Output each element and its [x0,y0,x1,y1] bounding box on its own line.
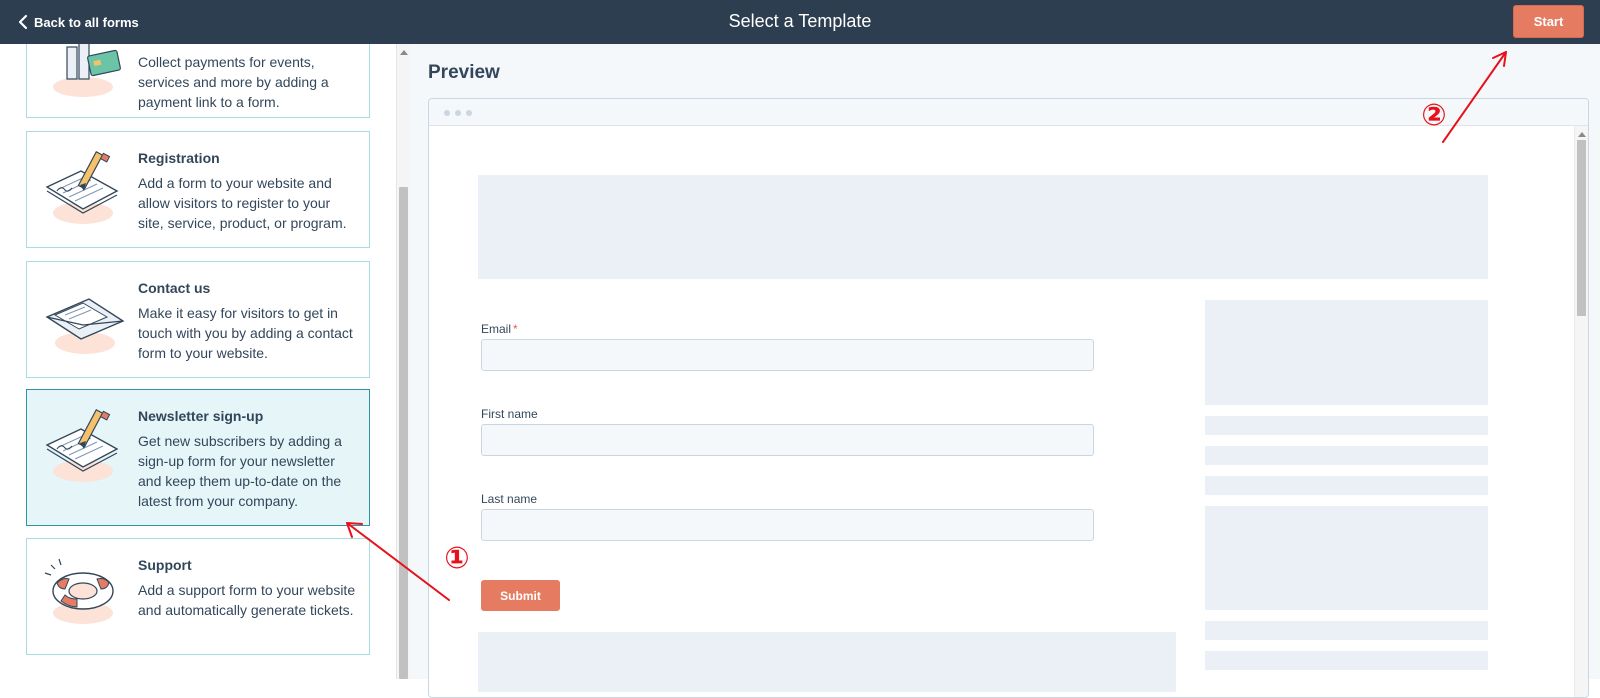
first-name-label: First name [481,407,538,421]
start-button[interactable]: Start [1513,5,1584,38]
preview-frame: Email * First name Last name Submit [428,98,1589,698]
template-list: Collect payments for events, services an… [0,44,396,679]
template-card-payments[interactable]: Collect payments for events, services an… [26,44,370,118]
top-bar: Back to all forms Select a Template Star… [0,0,1600,44]
envelope-illustration [45,298,125,354]
scroll-up-arrow-icon[interactable] [400,50,408,55]
template-description: Add a form to your website and allow vis… [138,175,347,231]
preview-sidebar-placeholder [1205,506,1488,610]
preview-footer-placeholder [478,632,1176,692]
page-title: Select a Template [728,11,872,31]
preview-panel: Preview Email * First name Last name Subm… [410,44,1600,698]
template-list-scrollbar[interactable] [396,44,410,679]
template-card-newsletter[interactable]: Newsletter sign-up Get new subscribers b… [26,389,370,526]
template-description: Add a support form to your website and a… [138,582,356,618]
template-card-contact[interactable]: Contact us Make it easy for visitors to … [26,261,370,378]
template-card-support[interactable]: Support Add a support form to your websi… [26,538,370,655]
scrollbar-thumb[interactable] [1577,140,1586,316]
submit-button[interactable]: Submit [481,580,560,611]
template-description: Get new subscribers by adding a sign-up … [138,433,342,509]
preview-sidebar-line [1205,416,1488,435]
template-title: Support [138,557,192,573]
window-dot-icon [455,110,461,116]
email-field[interactable] [481,339,1094,371]
preview-heading: Preview [428,62,500,83]
email-label-text: Email [481,322,512,336]
preview-scrollbar[interactable] [1574,126,1588,697]
signed-document-illustration [45,409,119,482]
preview-sidebar-line [1205,446,1488,465]
preview-header-placeholder [478,175,1488,279]
preview-sidebar-line [1205,621,1488,640]
preview-sidebar-placeholder [1205,300,1488,405]
lifebuoy-illustration [44,558,114,624]
window-dot-icon [466,110,472,116]
window-dot-icon [444,110,450,116]
last-name-field[interactable] [481,509,1094,541]
preview-sidebar-line [1205,651,1488,670]
last-name-label: Last name [481,492,538,506]
email-label: Email * [481,322,518,336]
template-title: Contact us [138,280,211,296]
scroll-up-arrow-icon[interactable] [1578,132,1586,137]
signed-document-illustration [45,151,119,224]
template-title: Newsletter sign-up [138,408,264,424]
browser-frame-bar [429,99,1588,126]
template-description: Collect payments for events, services an… [138,54,329,110]
required-marker: * [513,322,518,336]
template-title: Registration [138,150,220,166]
template-description: Make it easy for visitors to get in touc… [138,305,353,361]
scrollbar-thumb[interactable] [399,187,408,679]
template-card-registration[interactable]: Registration Add a form to your website … [26,131,370,248]
preview-sidebar-line [1205,476,1488,495]
first-name-field[interactable] [481,424,1094,456]
payment-card-illustration [53,44,121,97]
